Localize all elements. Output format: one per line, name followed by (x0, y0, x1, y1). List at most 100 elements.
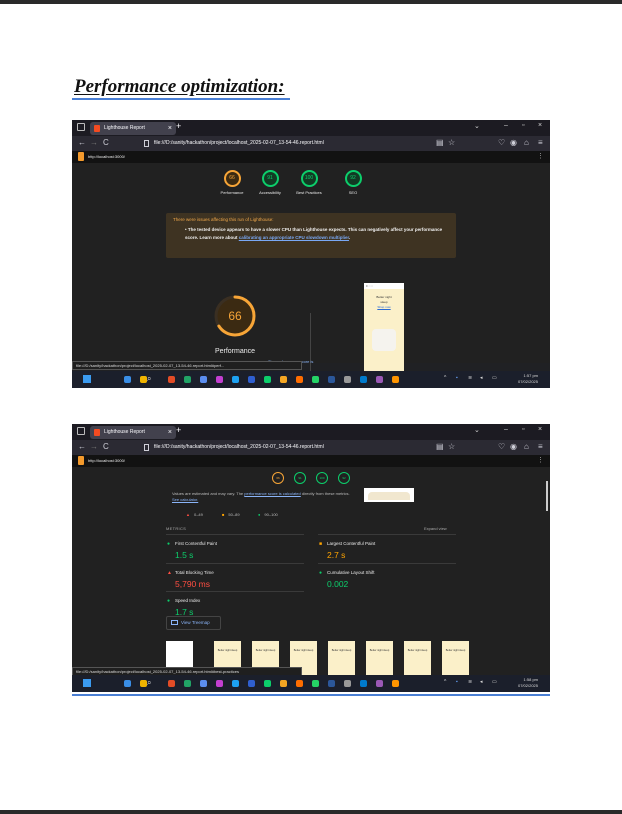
taskbar-app-icon[interactable] (312, 376, 319, 383)
bookmark-star-icon[interactable]: ☆ (448, 442, 455, 451)
new-tab-button[interactable]: + (176, 121, 181, 131)
taskbar-app-icon[interactable] (216, 376, 223, 383)
lighthouse-site-url[interactable]: http://localhost:3000/ (88, 455, 125, 467)
bookmark-star-icon[interactable]: ☆ (448, 138, 455, 147)
extensions-icon[interactable]: ⌂ (524, 442, 529, 451)
taskbar-app-icon[interactable] (296, 680, 303, 687)
address-bar[interactable]: file:///D:/sanity/hackathon/project/loca… (144, 442, 444, 453)
category-gauge[interactable]: 66 Performance (212, 170, 252, 195)
taskbar-app-icon[interactable] (232, 680, 239, 687)
calibration-link[interactable]: calibrating an appropriate CPU slowdown … (239, 235, 349, 240)
volume-icon[interactable]: ◂ (480, 375, 483, 381)
taskbar-app-icon[interactable] (280, 376, 287, 383)
taskbar-app-icon[interactable] (168, 680, 175, 687)
taskbar-app-icon[interactable] (344, 680, 351, 687)
taskbar-app-icon[interactable] (376, 376, 383, 383)
taskbar-app-icon[interactable] (184, 680, 191, 687)
search-icon[interactable]: ⌕ (147, 678, 151, 688)
see-calculator-link[interactable]: See calculator. (172, 497, 198, 502)
browser-tab[interactable]: Lighthouse Report × (90, 122, 176, 135)
reload-button[interactable]: C (103, 138, 109, 147)
new-tab-button[interactable]: + (176, 425, 181, 435)
pocket-icon[interactable]: ♡ (498, 138, 505, 147)
taskbar-app-icon[interactable] (328, 680, 335, 687)
tray-app-icon[interactable]: ▪ (456, 375, 458, 381)
back-button[interactable]: ← (78, 138, 86, 147)
taskbar-app-icon[interactable] (360, 376, 367, 383)
taskbar-app-icon[interactable] (376, 680, 383, 687)
battery-icon[interactable]: ▭ (492, 375, 497, 381)
mini-gauge[interactable]: 66 (272, 472, 284, 484)
taskbar-app-icon[interactable] (264, 680, 271, 687)
taskbar-app-icon[interactable] (124, 376, 131, 383)
window-menu-icon[interactable] (77, 427, 85, 435)
chevron-down-icon[interactable]: ⌄ (474, 426, 480, 434)
browser-tab[interactable]: Lighthouse Report × (90, 426, 176, 439)
tray-app-icon[interactable]: ▪ (456, 679, 458, 685)
maximize-button[interactable]: ▫ (522, 426, 524, 433)
taskbar-app-icon[interactable] (312, 680, 319, 687)
taskbar-app-icon[interactable] (344, 376, 351, 383)
reader-view-icon[interactable]: ▤ (436, 138, 444, 147)
maximize-button[interactable]: ▫ (522, 122, 524, 129)
tab-close-icon[interactable]: × (168, 122, 172, 135)
forward-button[interactable]: → (90, 138, 98, 147)
volume-icon[interactable]: ◂ (480, 679, 483, 685)
windows-start-icon[interactable] (83, 375, 91, 383)
address-bar[interactable]: file:///D:/sanity/hackathon/project/loca… (144, 138, 444, 149)
lighthouse-menu-icon[interactable]: ⋮ (537, 151, 544, 163)
taskbar-app-icon[interactable] (248, 680, 255, 687)
taskbar-app-icon[interactable] (140, 376, 147, 383)
chevron-down-icon[interactable]: ⌄ (474, 122, 480, 130)
taskbar-app-icon[interactable] (392, 680, 399, 687)
scrollbar-thumb[interactable] (546, 481, 548, 511)
reader-view-icon[interactable]: ▤ (436, 442, 444, 451)
taskbar-app-icon[interactable] (124, 680, 131, 687)
minimize-button[interactable]: – (504, 122, 508, 129)
taskbar-app-icon[interactable] (280, 680, 287, 687)
window-menu-icon[interactable] (77, 123, 85, 131)
taskbar-app-icon[interactable] (392, 376, 399, 383)
view-treemap-button[interactable]: View Treemap (166, 616, 221, 630)
taskbar-app-icon[interactable] (296, 376, 303, 383)
category-gauge[interactable]: 92 SEO (333, 170, 373, 195)
minimize-button[interactable]: – (504, 426, 508, 433)
lighthouse-menu-icon[interactable]: ⋮ (537, 455, 544, 467)
mini-gauge[interactable]: 100 (316, 472, 328, 484)
category-gauge[interactable]: 91 Accessibility (250, 170, 290, 195)
windows-start-icon[interactable] (83, 679, 91, 687)
tray-chevron-icon[interactable]: ^ (444, 375, 446, 381)
expand-view-toggle[interactable]: Expand view (424, 526, 447, 531)
wifi-icon[interactable]: ≋ (468, 375, 472, 381)
forward-button[interactable]: → (90, 442, 98, 451)
taskbar-app-icon[interactable] (360, 680, 367, 687)
taskbar-app-icon[interactable] (200, 376, 207, 383)
score-calculated-link[interactable]: performance score is calculated (244, 491, 300, 496)
taskbar-app-icon[interactable] (328, 376, 335, 383)
account-icon[interactable]: ◉ (510, 442, 517, 451)
hamburger-menu-icon[interactable]: ≡ (538, 442, 543, 451)
taskbar-app-icon[interactable] (248, 376, 255, 383)
hamburger-menu-icon[interactable]: ≡ (538, 138, 543, 147)
extensions-icon[interactable]: ⌂ (524, 138, 529, 147)
search-icon[interactable]: ⌕ (147, 374, 151, 384)
taskbar-app-icon[interactable] (200, 680, 207, 687)
back-button[interactable]: ← (78, 442, 86, 451)
taskbar-app-icon[interactable] (264, 376, 271, 383)
battery-icon[interactable]: ▭ (492, 679, 497, 685)
account-icon[interactable]: ◉ (510, 138, 517, 147)
taskbar-app-icon[interactable] (184, 376, 191, 383)
pocket-icon[interactable]: ♡ (498, 442, 505, 451)
lighthouse-site-url[interactable]: http://localhost:3000/ (88, 151, 125, 163)
taskbar-clock[interactable]: 1:58 pm 07/02/2025 (518, 677, 538, 689)
close-window-button[interactable]: × (538, 426, 542, 433)
taskbar-app-icon[interactable] (140, 680, 147, 687)
mini-gauge[interactable]: 91 (294, 472, 306, 484)
category-gauge[interactable]: 100 Best Practices (289, 170, 329, 195)
taskbar-app-icon[interactable] (216, 680, 223, 687)
tab-close-icon[interactable]: × (168, 426, 172, 439)
taskbar-clock[interactable]: 1:57 pm 07/02/2025 (518, 373, 538, 385)
reload-button[interactable]: C (103, 442, 109, 451)
tray-chevron-icon[interactable]: ^ (444, 679, 446, 685)
wifi-icon[interactable]: ≋ (468, 679, 472, 685)
